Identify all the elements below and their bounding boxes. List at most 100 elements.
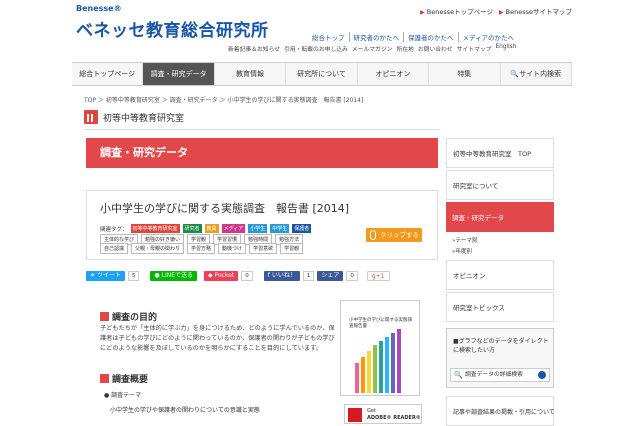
nav-sitemap[interactable]: サイトマップ bbox=[457, 44, 492, 53]
tag-lab[interactable]: 初等中等教育研究室 bbox=[130, 224, 180, 233]
nav-mailmag[interactable]: メールマガジン bbox=[352, 44, 393, 53]
tab-opinion[interactable]: オピニオン bbox=[358, 63, 430, 85]
category-banner: 調査・研究データ bbox=[86, 138, 438, 168]
nav-news[interactable]: 新着記事＆お知らせ bbox=[228, 44, 280, 53]
sidebar-item-about-lab[interactable]: 研究室について bbox=[446, 170, 554, 200]
sidebar-item-topics[interactable]: 研究室トピックス bbox=[446, 292, 554, 322]
nav-researchers[interactable]: 研究者のかたへ bbox=[354, 32, 404, 42]
share-button[interactable]: シェア bbox=[317, 271, 344, 281]
link-benesse-sitemap[interactable]: ▶ Benesseサイトマップ bbox=[499, 6, 572, 16]
purpose-paragraph: 子どもたちが「主体的に学ぶ力」を身につけるため、どのように学んでいるのか、保護者… bbox=[100, 325, 335, 352]
adobe-icon bbox=[348, 408, 362, 422]
tweet-count: 5 bbox=[127, 271, 140, 281]
line-button[interactable]: ● LINEで送る bbox=[150, 271, 198, 281]
article-title: 小中学生の学びに関する実態調査 報告書 [2014] bbox=[100, 202, 350, 215]
purpose-heading: 調査の目的 bbox=[100, 310, 157, 323]
overview-heading-text: 調査概要 bbox=[112, 375, 149, 385]
tag-junior-high[interactable]: 中学生 bbox=[270, 224, 290, 233]
data-search-label: 調査データの詳細検索 bbox=[465, 372, 523, 378]
share-count: 0 bbox=[346, 271, 358, 281]
like-button[interactable]: f いいね！ bbox=[263, 271, 300, 281]
tag-item[interactable]: 学習方略 bbox=[187, 243, 216, 254]
tag-media[interactable]: メディア bbox=[221, 224, 246, 233]
citation-link[interactable]: 記事や調査結果の掲載・引用について bbox=[446, 396, 555, 426]
tab-about[interactable]: 研究所について bbox=[286, 63, 358, 85]
arrow-icon: ▶ bbox=[499, 9, 504, 16]
tag-researcher[interactable]: 研究者 bbox=[182, 224, 202, 233]
pdf-name: ADOBE® READER® bbox=[367, 415, 421, 421]
share-bar: ✦ ツイート 5 ● LINEで送る ◆ Pocket 0 f いいね！ 1 シ… bbox=[86, 271, 390, 281]
theme-text: 小中学生の学びや保護者の関わりについての意識と実態 bbox=[110, 407, 260, 414]
pdf-get: Get bbox=[367, 408, 376, 414]
nav-general-top[interactable]: 総合トップ bbox=[312, 32, 350, 42]
sidebar-item-research-data[interactable]: 調査・研究データ bbox=[446, 202, 554, 232]
sidebar-item-lab-top[interactable]: 初等中等教育研究室 TOP bbox=[446, 138, 554, 168]
pocket-count: 0 bbox=[241, 271, 253, 281]
tab-site-search-label: サイト内検索 bbox=[519, 70, 562, 78]
twitter-icon: ✦ bbox=[90, 272, 96, 279]
nav-quote[interactable]: 引用・転載のお申し込み bbox=[284, 44, 348, 53]
nav-media[interactable]: メディアのかたへ bbox=[463, 32, 519, 42]
tag-row-1: 関連タグ： 初等中等教育研究室 研究者 教員 メディア 小学生 中学生 保護者 bbox=[100, 224, 312, 233]
tweet-label: ツイート bbox=[96, 272, 121, 279]
site-title[interactable]: ベネッセ教育総合研究所 bbox=[76, 16, 269, 41]
tab-feature[interactable]: 特集 bbox=[429, 63, 501, 85]
sidebar-item-opinion[interactable]: オピニオン bbox=[446, 260, 554, 290]
overview-heading: 調査概要 bbox=[100, 372, 148, 385]
tag-item[interactable]: 学習意欲 bbox=[249, 243, 278, 254]
top-links: ▶ Benesseトップページ ▶ Benesseサイトマップ bbox=[420, 6, 572, 16]
benesse-logo[interactable]: Benesse® bbox=[76, 4, 122, 13]
nav-english[interactable]: English bbox=[495, 44, 516, 53]
heading-marker-icon bbox=[100, 374, 109, 383]
tag-item[interactable]: 自己認識 bbox=[100, 243, 129, 254]
sidebar-sub-year[interactable]: »年度別 bbox=[452, 247, 472, 255]
main-nav: 総合トップページ 調査・研究データ 教育情報 研究所について オピニオン 特集 … bbox=[72, 62, 572, 86]
tab-site-search[interactable]: 🔍サイト内検索 bbox=[501, 63, 572, 85]
get-adobe-reader-button[interactable]: Get ADOBE® READER® bbox=[344, 404, 422, 424]
share-label: シェア bbox=[321, 272, 340, 279]
clip-button[interactable]: クリップする bbox=[366, 228, 422, 242]
page: { "header": { "brand": "Benesse®", "titl… bbox=[0, 0, 640, 426]
divider bbox=[84, 129, 440, 130]
sidebar-sub-theme[interactable]: »テーマ別 bbox=[452, 236, 477, 244]
breadcrumb: TOP ＞ 初等中等教育研究室 ＞ 調査・研究データ ＞ 小中学生の学びに関する… bbox=[84, 97, 364, 104]
section-title: 初等中等教育研究室 bbox=[103, 113, 185, 124]
heading-marker-icon bbox=[100, 312, 109, 321]
nav-location[interactable]: 所在地 bbox=[396, 44, 413, 53]
gplus-button[interactable]: g+1 bbox=[366, 271, 390, 281]
nav-contact[interactable]: お問い合わせ bbox=[418, 44, 453, 53]
tag-item[interactable]: 動機づけ bbox=[218, 243, 247, 254]
report-cover-thumbnail[interactable]: 小中学生の学びに関する実態調査報告書 bbox=[340, 300, 420, 396]
line-icon: ● bbox=[154, 272, 160, 279]
facebook-icon: f bbox=[267, 272, 270, 279]
like-count: 1 bbox=[302, 271, 315, 281]
tab-education-info[interactable]: 教育情報 bbox=[215, 63, 287, 85]
like-label: いいね！ bbox=[271, 272, 296, 279]
theme-bullet: ● 調査テーマ bbox=[104, 392, 142, 399]
arrow-circle-icon bbox=[538, 371, 546, 379]
tag-elementary[interactable]: 小学生 bbox=[248, 224, 268, 233]
pocket-button[interactable]: ◆ Pocket bbox=[204, 271, 239, 281]
cover-pencils-graphic bbox=[355, 329, 401, 393]
clip-icon bbox=[370, 230, 376, 240]
tab-research-data[interactable]: 調査・研究データ bbox=[143, 63, 215, 85]
tag-teacher[interactable]: 教員 bbox=[204, 224, 219, 233]
data-search-button[interactable]: 🔍 調査データの詳細検索 bbox=[450, 368, 550, 382]
audience-nav: 総合トップ 研究者のかたへ 保護者のかたへ メディアのかたへ bbox=[312, 32, 518, 42]
link-benesse-top[interactable]: ▶ Benesseトップページ bbox=[420, 6, 493, 16]
tag-parent[interactable]: 保護者 bbox=[292, 224, 312, 233]
data-search-description: ■グラフなどのデータをダイレクトに検索したい方 bbox=[453, 338, 549, 354]
pocket-icon: ◆ bbox=[208, 272, 213, 279]
pocket-label: Pocket bbox=[214, 272, 235, 279]
tag-row-3: 自己認識 父親・母親の関わり 学習方略 動機づけ 学習意欲 学習観 bbox=[100, 243, 304, 254]
tags-label: 関連タグ： bbox=[100, 226, 128, 233]
search-icon: 🔍 bbox=[510, 70, 520, 78]
tweet-button[interactable]: ✦ ツイート bbox=[86, 271, 125, 281]
tab-general-top[interactable]: 総合トップページ bbox=[72, 63, 144, 85]
search-icon: 🔍 bbox=[454, 371, 463, 379]
utility-nav: 新着記事＆お知らせ 引用・転載のお申し込み メールマガジン 所在地 お問い合わせ… bbox=[228, 44, 516, 53]
nav-parents[interactable]: 保護者のかたへ bbox=[408, 32, 459, 42]
tag-item[interactable]: 学習観 bbox=[280, 243, 304, 254]
arrow-icon: ▶ bbox=[420, 9, 425, 16]
tag-item[interactable]: 父親・母親の関わり bbox=[131, 243, 185, 254]
